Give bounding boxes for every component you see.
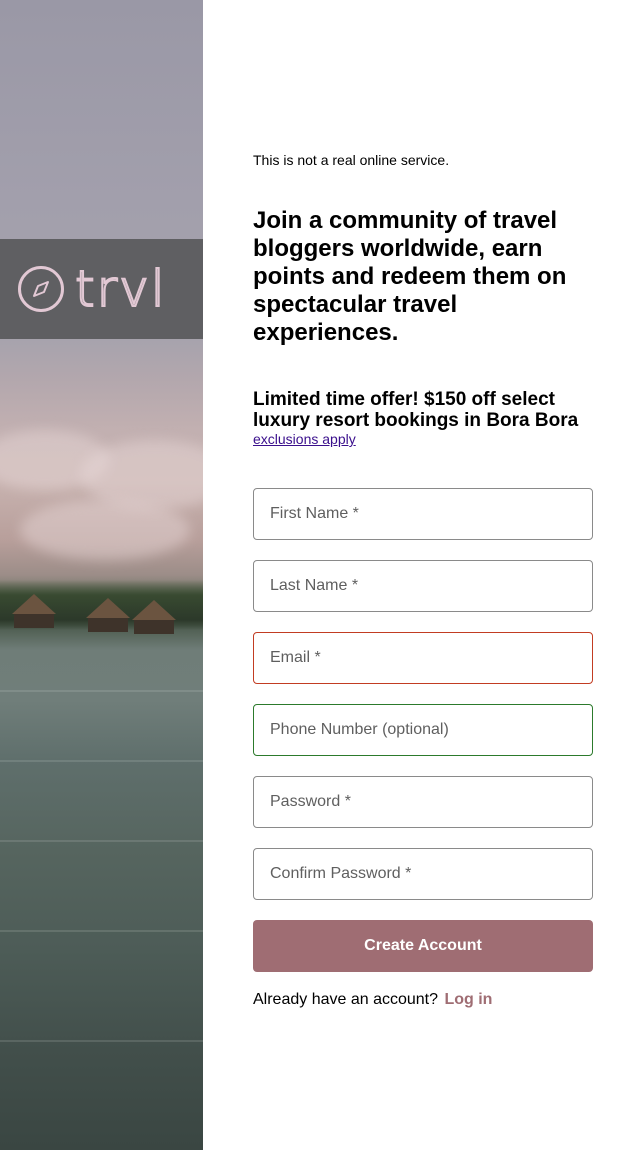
password-input[interactable] — [253, 776, 593, 828]
offer-text: Limited time offer! $150 off select luxu… — [253, 389, 579, 431]
disclaimer-text: This is not a real online service. — [253, 152, 450, 168]
compass-icon — [18, 266, 64, 312]
phone-input[interactable] — [253, 704, 593, 756]
login-link[interactable]: Log in — [444, 991, 492, 1008]
last-name-input[interactable] — [253, 560, 593, 612]
confirm-password-input[interactable] — [253, 848, 593, 900]
email-input[interactable] — [253, 632, 593, 684]
create-account-button[interactable]: Create Account — [253, 920, 593, 972]
exclusions-link[interactable]: exclusions apply — [253, 431, 356, 447]
login-prompt: Already have an account? Log in — [253, 991, 492, 1009]
logo: trvl — [0, 239, 203, 339]
page-headline: Join a community of travel bloggers worl… — [253, 207, 567, 346]
hero-photo: trvl — [0, 0, 203, 1150]
first-name-input[interactable] — [253, 488, 593, 540]
login-prompt-text: Already have an account? — [253, 991, 439, 1008]
logo-text: trvl — [74, 260, 167, 318]
